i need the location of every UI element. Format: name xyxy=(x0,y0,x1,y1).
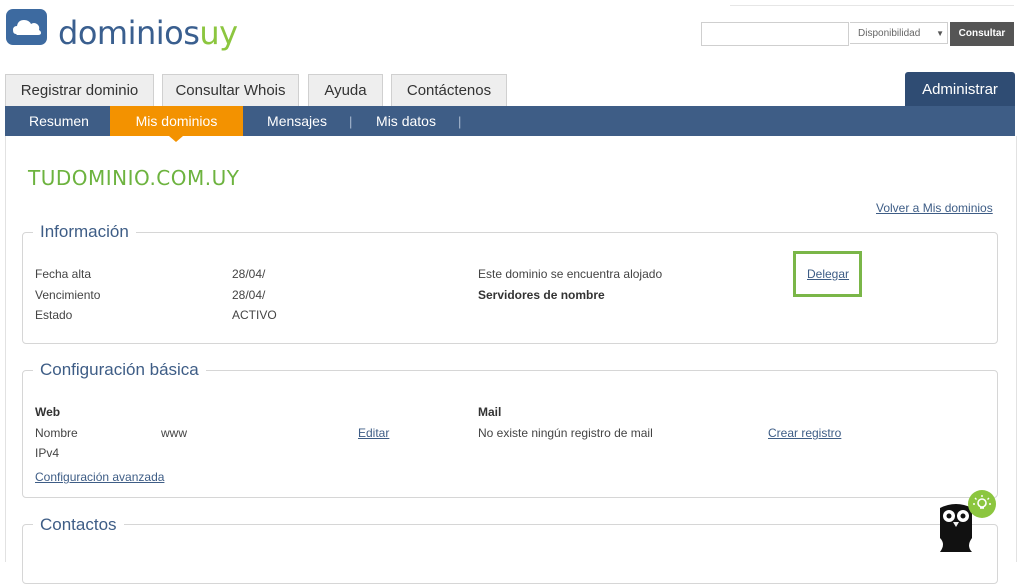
subnav-resumen[interactable]: Resumen xyxy=(16,106,102,136)
alojado-text: Este dominio se encuentra alojado xyxy=(478,267,663,281)
info-section-title: Información xyxy=(33,222,136,242)
nombre-value: www xyxy=(161,426,187,440)
config-section-title: Configuración básica xyxy=(33,360,206,380)
servidores-label: Servidores de nombre xyxy=(478,288,605,302)
subnav-mis-datos[interactable]: Mis datos xyxy=(368,106,444,136)
tab-contactenos[interactable]: Contáctenos xyxy=(391,74,507,106)
logo-text-dominios: dominios xyxy=(58,14,200,52)
tab-ayuda[interactable]: Ayuda xyxy=(308,74,383,106)
fecha-alta-label: Fecha alta xyxy=(35,267,92,281)
estado-label: Estado xyxy=(35,308,73,322)
search-type-select[interactable]: Disponibilidad ▼ xyxy=(850,22,948,44)
web-heading: Web xyxy=(35,405,61,419)
vencimiento-value: 28/04/ xyxy=(232,288,266,302)
fecha-alta-value: 28/04/ xyxy=(232,267,266,281)
consultar-button[interactable]: Consultar xyxy=(950,22,1014,46)
mail-heading: Mail xyxy=(478,405,502,419)
contactos-section xyxy=(22,524,998,584)
editar-link[interactable]: Editar xyxy=(358,426,389,440)
vencimiento-label: Vencimiento xyxy=(35,288,101,302)
lightbulb-icon[interactable] xyxy=(968,490,996,518)
subnav-mis-dominios[interactable]: Mis dominios xyxy=(110,106,243,136)
ipv4-label: IPv4 xyxy=(35,446,60,460)
no-mail-text: No existe ningún registro de mail xyxy=(478,426,653,440)
subnav-separator: | xyxy=(458,114,462,129)
subnav-separator: | xyxy=(349,114,353,129)
delegar-highlight-box xyxy=(793,251,862,297)
subnav-mensajes[interactable]: Mensajes xyxy=(257,106,337,136)
content-panel xyxy=(5,136,1017,562)
tab-consultar-whois[interactable]: Consultar Whois xyxy=(162,74,299,106)
tab-administrar[interactable]: Administrar xyxy=(905,72,1015,106)
domain-title: TUDOMINIO.COM.UY xyxy=(28,166,240,190)
nombre-label: Nombre xyxy=(35,426,78,440)
header-top-border xyxy=(730,0,1014,6)
contactos-section-title: Contactos xyxy=(33,515,124,535)
logo-text-uy: uy xyxy=(199,14,238,52)
estado-value: ACTIVO xyxy=(232,308,277,322)
crear-registro-link[interactable]: Crear registro xyxy=(768,426,841,440)
search-type-value: Disponibilidad xyxy=(858,28,921,39)
chevron-down-icon: ▼ xyxy=(936,29,944,38)
logo-wordmark[interactable]: dominiosuy xyxy=(58,14,238,52)
advanced-config-link[interactable]: Configuración avanzada xyxy=(35,470,164,484)
logo-cloud-icon[interactable] xyxy=(6,9,47,45)
domain-search-input[interactable] xyxy=(701,22,849,46)
tab-registrar-dominio[interactable]: Registrar dominio xyxy=(5,74,154,106)
back-to-domains-link[interactable]: Volver a Mis dominios xyxy=(876,201,993,215)
